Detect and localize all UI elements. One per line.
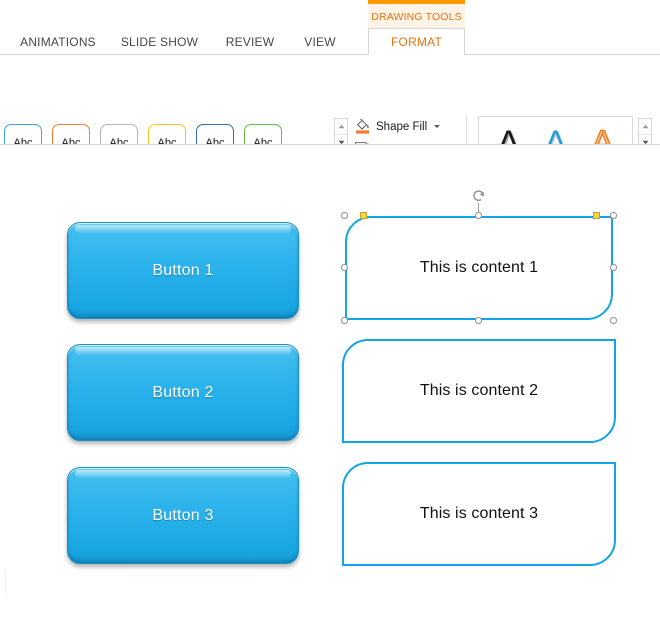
contextual-tab-group-drawing-tools: DRAWING TOOLS xyxy=(368,0,465,30)
selection-handle-bottom-left[interactable] xyxy=(341,317,348,324)
slide-shape-content-2-label: This is content 2 xyxy=(420,382,538,400)
slide-shape-button-2-label: Button 2 xyxy=(152,384,213,402)
tab-review[interactable]: REVIEW xyxy=(214,28,286,55)
rotation-handle-icon xyxy=(472,189,486,203)
scroll-up-icon xyxy=(642,124,649,129)
paint-bucket-icon xyxy=(354,118,371,135)
active-tab-connector xyxy=(369,54,464,56)
slide-shape-content-3-label: This is content 3 xyxy=(420,505,538,523)
ribbon-tabs: ANIMATIONS SLIDE SHOW REVIEW VIEW FORMAT xyxy=(0,28,660,55)
adjustment-handle-right[interactable] xyxy=(593,212,600,219)
shape-styles-scroll-up-button[interactable] xyxy=(335,119,347,135)
selection-handle-top-center[interactable] xyxy=(475,212,482,219)
shape-fill-dropdown-caret[interactable] xyxy=(434,125,440,128)
tab-format[interactable]: FORMAT xyxy=(368,28,465,55)
slide-shape-button-3[interactable]: Button 3 xyxy=(67,467,299,564)
slide[interactable]: Button 1 Button 2 Button 3 This is conte… xyxy=(0,145,660,570)
slide-shape-button-3-label: Button 3 xyxy=(152,507,213,525)
selection-handle-bottom-right[interactable] xyxy=(610,317,617,324)
ribbon-body: Abc Abc Abc Abc Abc Abc xyxy=(0,55,660,145)
tab-animations[interactable]: ANIMATIONS xyxy=(8,28,108,55)
slide-shape-content-1-label: This is content 1 xyxy=(420,259,538,277)
slide-canvas-area[interactable]: Button 1 Button 2 Button 3 This is conte… xyxy=(0,145,660,622)
shape-fill-label: Shape Fill xyxy=(376,121,427,133)
selection-handle-middle-left[interactable] xyxy=(341,264,348,271)
selection-handle-middle-right[interactable] xyxy=(610,264,617,271)
selection-handle-top-left[interactable] xyxy=(341,212,348,219)
slide-shape-content-2[interactable]: This is content 2 xyxy=(342,339,616,443)
slide-shape-button-1[interactable]: Button 1 xyxy=(67,222,299,319)
slide-shape-button-1-label: Button 1 xyxy=(152,262,213,280)
rotation-handle[interactable] xyxy=(472,189,486,203)
adjustment-handle-left[interactable] xyxy=(360,212,367,219)
selection-handle-top-right[interactable] xyxy=(610,212,617,219)
ribbon-tab-bar: DRAWING TOOLS ANIMATIONS SLIDE SHOW REVI… xyxy=(0,0,660,55)
tab-view[interactable]: VIEW xyxy=(292,28,348,55)
powerpoint-window: DRAWING TOOLS ANIMATIONS SLIDE SHOW REVI… xyxy=(0,0,660,622)
slide-shape-button-2[interactable]: Button 2 xyxy=(67,344,299,441)
wordart-scroll-up-button[interactable] xyxy=(639,119,651,135)
contextual-tab-group-label: DRAWING TOOLS xyxy=(368,4,465,30)
selection-handle-bottom-center[interactable] xyxy=(475,317,482,324)
tab-bar-divider xyxy=(0,54,660,55)
tab-slide-show[interactable]: SLIDE SHOW xyxy=(112,28,207,55)
slide-shape-content-3[interactable]: This is content 3 xyxy=(342,462,616,566)
rotation-handle-stem xyxy=(478,203,479,212)
scroll-up-icon xyxy=(338,124,345,129)
shape-fill-button[interactable]: Shape Fill xyxy=(354,115,465,138)
slide-shape-content-1[interactable]: This is content 1 xyxy=(345,216,613,320)
